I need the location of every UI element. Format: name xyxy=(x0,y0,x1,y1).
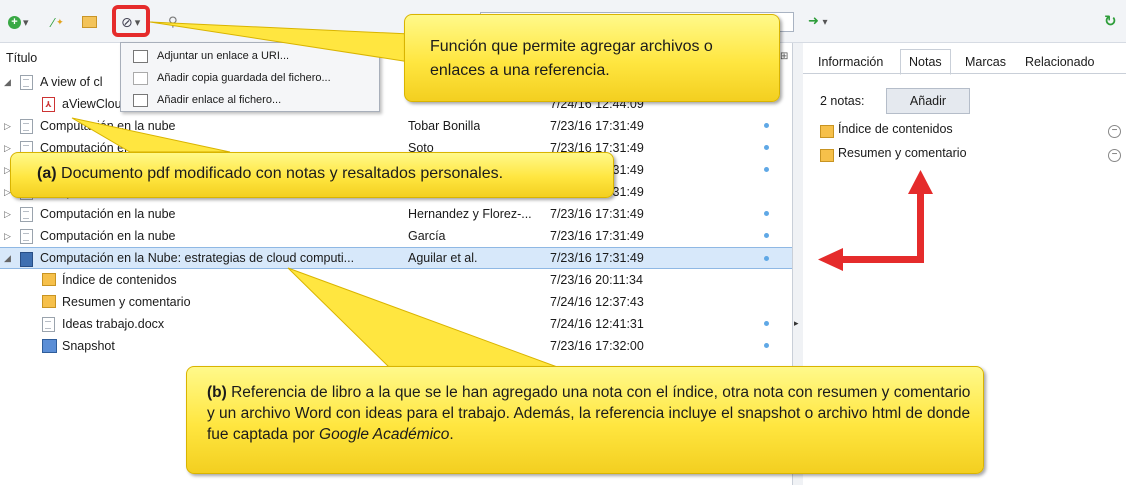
callout-a: (a) Documento pdf modificado con notas y… xyxy=(10,152,614,198)
red-arrow xyxy=(818,170,933,271)
callout-b-text: (b) Referencia de libro a la que se le h… xyxy=(207,384,971,443)
callout-a-pointer xyxy=(71,117,231,153)
callout-a-text: (a) Documento pdf modificado con notas y… xyxy=(37,165,504,182)
callout-top-text: Función que permite agregar archivos o e… xyxy=(430,38,713,79)
callout-b-pointer xyxy=(287,267,561,369)
callout-top: Función que permite agregar archivos o e… xyxy=(404,14,780,102)
callout-b: (b) Referencia de libro a la que se le h… xyxy=(186,366,984,474)
attach-highlight xyxy=(112,5,150,37)
callout-top-pointer xyxy=(149,21,411,63)
